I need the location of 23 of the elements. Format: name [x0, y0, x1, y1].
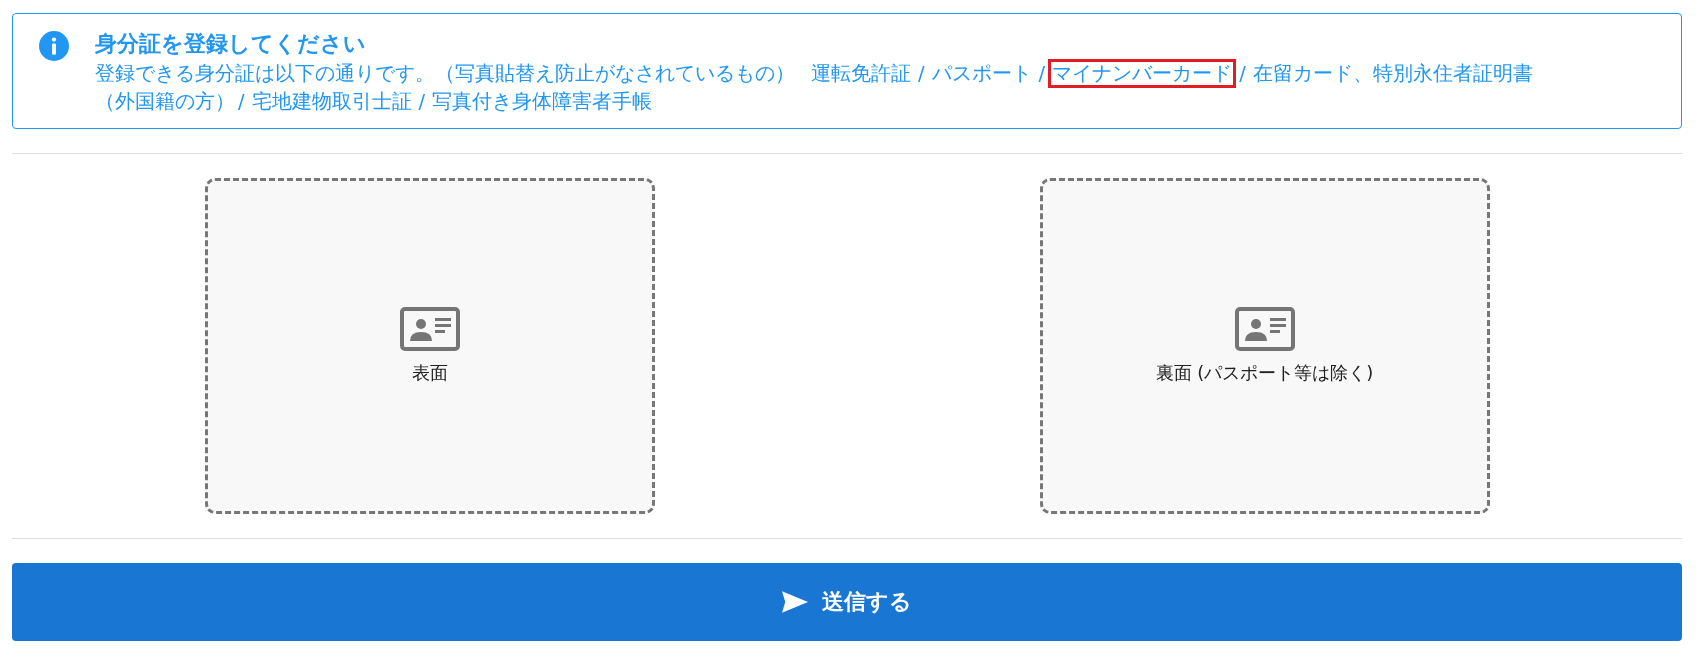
id-card-icon	[1234, 307, 1295, 351]
id-type-text: 宅地建物取引士証	[250, 89, 413, 115]
id-type-text: 運転免許証	[810, 61, 912, 87]
id-type-text: パスポート	[930, 61, 1033, 87]
id-type-note: （外国籍の方）	[95, 90, 235, 113]
separator-text: /	[918, 62, 925, 85]
upload-label: 表面	[411, 361, 448, 385]
notice-text: 登録できる身分証は以下の通りです。（写真貼替え防止がなされているもの）	[95, 62, 795, 85]
id-type-text: 写真付き身体障害者手帳	[431, 89, 654, 115]
upload-label: 裏面 (パスポート等は除く)	[1155, 361, 1374, 385]
id-card-icon	[399, 307, 460, 351]
submit-button[interactable]: 送信する	[12, 563, 1682, 641]
upload-dropzone[interactable]: 表面	[204, 178, 655, 514]
separator-text: /	[418, 90, 426, 113]
separator-text: /	[1239, 62, 1246, 85]
notice-title: 身分証を登録してください	[95, 30, 367, 58]
separator-text: /	[238, 90, 245, 113]
separator-text: /	[1038, 62, 1046, 85]
info-icon	[39, 31, 69, 61]
id-type-text: 在留カード、特別永住者証明書	[1251, 61, 1534, 87]
send-icon	[782, 591, 808, 613]
upload-dropzone[interactable]: 裏面 (パスポート等は除く)	[1039, 178, 1490, 514]
id-type-text: マイナンバーカード	[1048, 59, 1237, 88]
